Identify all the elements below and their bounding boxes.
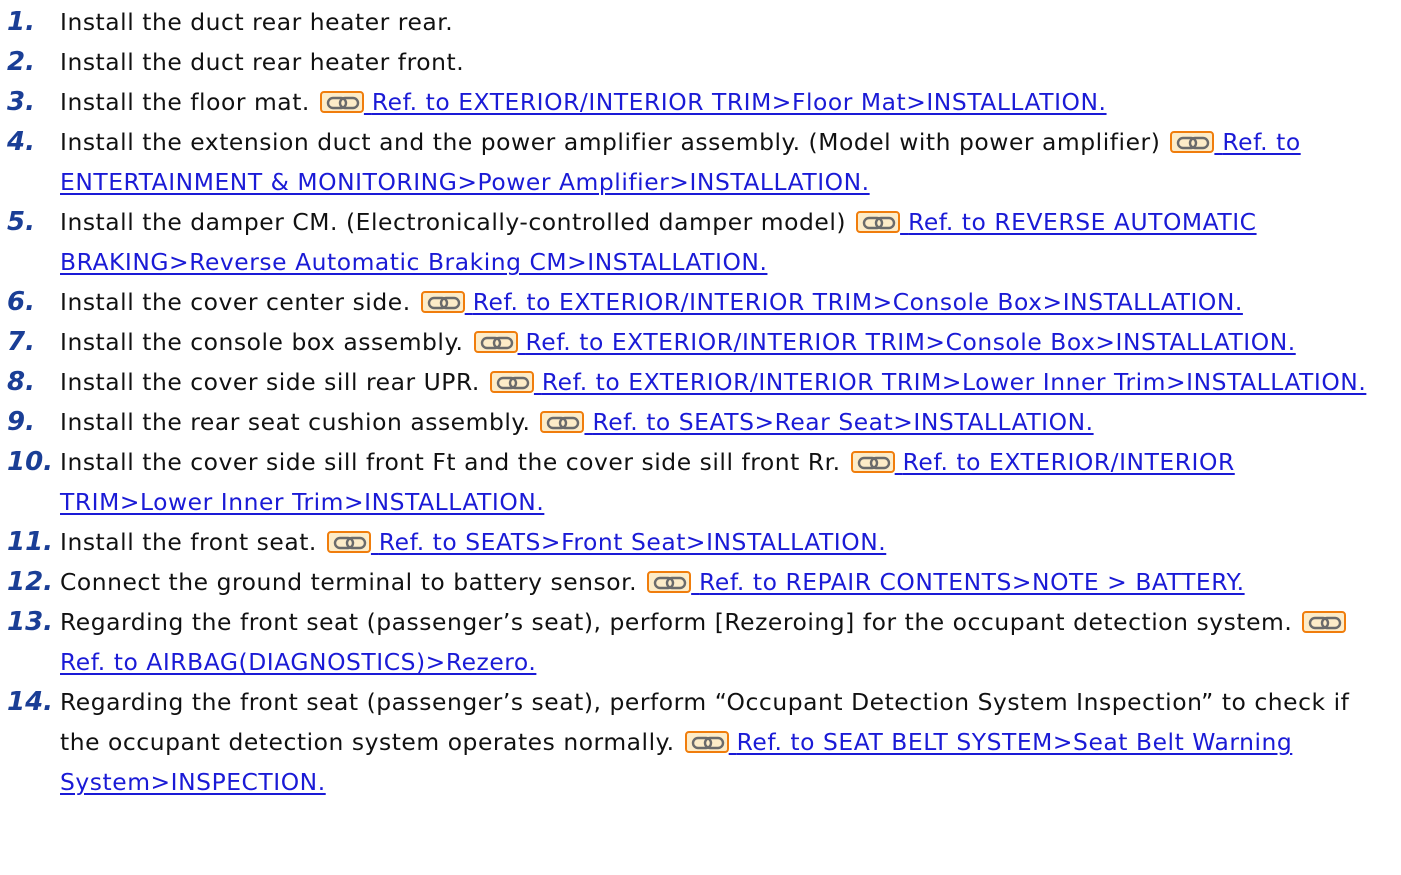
step-text: Install the console box assembly. <box>60 328 464 356</box>
reference-link-text: Ref. to SEATS>Rear Seat>INSTALLATION. <box>592 408 1094 436</box>
step-number: 4. <box>7 127 35 157</box>
step-7: 7. Install the console box assembly. Ref.… <box>0 322 1401 362</box>
chain-link-icon <box>850 451 895 473</box>
chain-link-icon <box>684 731 729 753</box>
step-number: 14. <box>7 687 54 717</box>
step-number: 9. <box>7 407 35 437</box>
step-text: Install the extension duct and the power… <box>60 128 1161 156</box>
step-number: 11. <box>7 527 54 557</box>
step-8: 8. Install the cover side sill rear UPR. … <box>0 362 1401 402</box>
chain-link-icon <box>647 571 692 593</box>
chain-link-icon <box>489 371 534 393</box>
step-13: 13. Regarding the front seat (passenger’s… <box>0 602 1401 682</box>
step-5: 5. Install the damper CM. (Electronically… <box>0 202 1401 282</box>
procedure-steps: 1. Install the duct rear heater rear. 2. I… <box>0 2 1401 802</box>
step-14: 14. Regarding the front seat (passenger’s… <box>0 682 1401 802</box>
chain-link-icon <box>1302 611 1347 633</box>
step-text: Install the front seat. <box>60 528 317 556</box>
reference-link[interactable]: Ref. to REPAIR CONTENTS>NOTE > BATTERY. <box>645 568 1244 596</box>
reference-link-text: Ref. to EXTERIOR/INTERIOR TRIM>Floor Mat… <box>371 88 1107 116</box>
step-number: 7. <box>7 327 35 357</box>
reference-link-text: Ref. to SEATS>Front Seat>INSTALLATION. <box>378 528 887 556</box>
step-text: Install the cover center side. <box>60 288 411 316</box>
step-number: 13. <box>7 607 54 637</box>
chain-link-icon <box>319 91 364 113</box>
step-text: Install the cover side sill rear UPR. <box>60 368 480 396</box>
step-text: Regarding the front seat (passenger’s se… <box>60 608 1293 636</box>
step-11: 11. Install the front seat. Ref. to SEATS… <box>0 522 1401 562</box>
step-text: Install the cover side sill front Ft and… <box>60 448 841 476</box>
chain-link-icon <box>473 331 518 353</box>
step-number: 2. <box>7 47 35 77</box>
step-text: Install the duct rear heater front. <box>60 48 465 76</box>
step-number: 3. <box>7 87 35 117</box>
reference-link[interactable]: Ref. to EXTERIOR/INTERIOR TRIM>Floor Mat… <box>318 88 1107 116</box>
step-number: 1. <box>7 7 35 37</box>
step-text: Install the rear seat cushion assembly. <box>60 408 531 436</box>
step-2: 2. Install the duct rear heater front. <box>0 42 1401 82</box>
step-9: 9. Install the rear seat cushion assembly… <box>0 402 1401 442</box>
step-6: 6. Install the cover center side. Ref. to… <box>0 282 1401 322</box>
step-text: Install the duct rear heater rear. <box>60 8 454 36</box>
reference-link[interactable]: Ref. to EXTERIOR/INTERIOR TRIM>Console B… <box>472 328 1296 356</box>
reference-link[interactable]: Ref. to EXTERIOR/INTERIOR TRIM>Lower Inn… <box>488 368 1366 396</box>
step-4: 4. Install the extension duct and the pow… <box>0 122 1401 202</box>
reference-link[interactable]: Ref. to SEATS>Rear Seat>INSTALLATION. <box>538 408 1093 436</box>
step-number: 12. <box>7 567 54 597</box>
chain-link-icon <box>856 211 901 233</box>
reference-link-text: Ref. to EXTERIOR/INTERIOR TRIM>Lower Inn… <box>541 368 1367 396</box>
reference-link-text: Ref. to EXTERIOR/INTERIOR TRIM>Console B… <box>472 288 1243 316</box>
step-number: 10. <box>7 447 54 477</box>
reference-link-text: Ref. to EXTERIOR/INTERIOR TRIM>Console B… <box>525 328 1296 356</box>
chain-link-icon <box>540 411 585 433</box>
step-number: 5. <box>7 207 35 237</box>
step-text: Install the floor mat. <box>60 88 310 116</box>
step-text: Connect the ground terminal to battery s… <box>60 568 638 596</box>
step-10: 10. Install the cover side sill front Ft … <box>0 442 1401 522</box>
reference-link[interactable]: Ref. to EXTERIOR/INTERIOR TRIM>Console B… <box>419 288 1243 316</box>
chain-link-icon <box>420 291 465 313</box>
chain-link-icon <box>326 531 371 553</box>
step-12: 12. Connect the ground terminal to batter… <box>0 562 1401 602</box>
reference-link-text: Ref. to REPAIR CONTENTS>NOTE > BATTERY. <box>699 568 1245 596</box>
step-3: 3. Install the floor mat. Ref. to EXTERIO… <box>0 82 1401 122</box>
reference-link-text: Ref. to AIRBAG(DIAGNOSTICS)>Rezero. <box>60 648 537 676</box>
step-1: 1. Install the duct rear heater rear. <box>0 2 1401 42</box>
chain-link-icon <box>1170 131 1215 153</box>
step-number: 6. <box>7 287 35 317</box>
reference-link[interactable]: Ref. to SEATS>Front Seat>INSTALLATION. <box>325 528 886 556</box>
step-number: 8. <box>7 367 35 397</box>
step-text: Install the damper CM. (Electronically-c… <box>60 208 847 236</box>
